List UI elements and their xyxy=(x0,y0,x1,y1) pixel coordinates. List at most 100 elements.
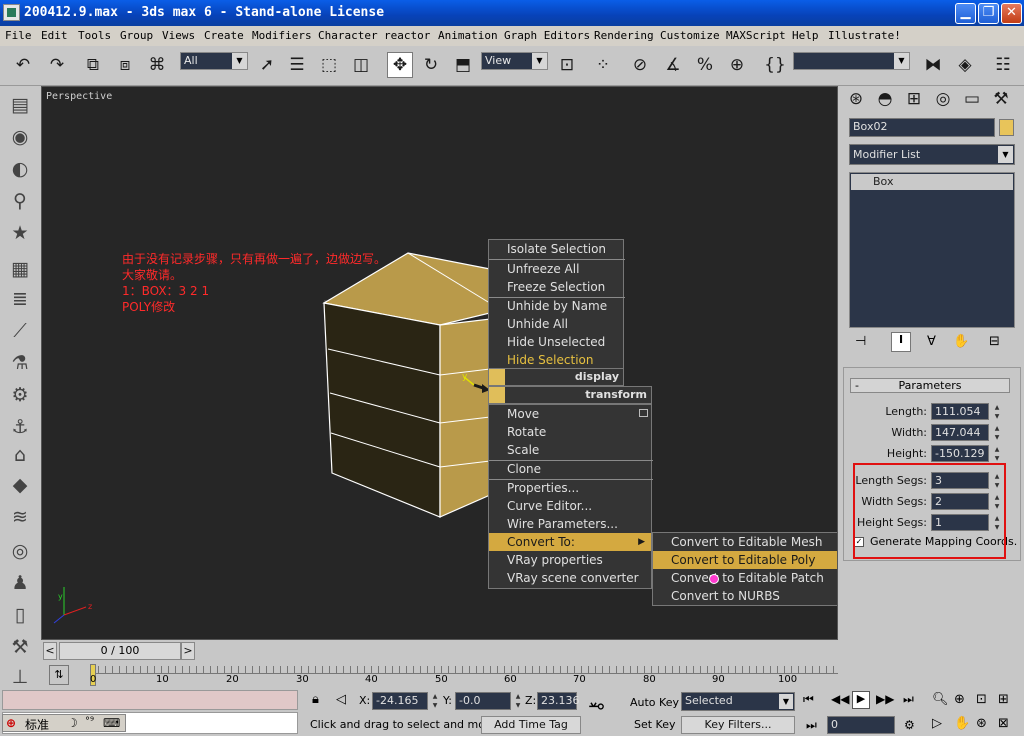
select-object-icon[interactable]: ➚ xyxy=(254,52,280,78)
modifier-stack[interactable]: Box xyxy=(849,172,1015,328)
tab-waves-icon[interactable]: ≋ xyxy=(6,504,34,530)
pin-stack-icon[interactable]: ⊣ xyxy=(855,334,866,349)
menu-item-clone[interactable]: Clone xyxy=(507,460,541,478)
menu-item-convert-to[interactable]: Convert To: ▶ xyxy=(489,533,651,551)
time-slider[interactable]: 0 / 100 xyxy=(59,642,181,660)
key-mode-dropdown[interactable]: Selected ▼ xyxy=(681,692,795,711)
menu-item-hide-selection[interactable]: Hide Selection xyxy=(507,351,593,369)
menu-item-curve-editor[interactable]: Curve Editor... xyxy=(507,497,592,515)
configure-sets-icon[interactable]: ⊟ xyxy=(989,334,1000,349)
current-frame-field[interactable]: 0 xyxy=(827,716,895,734)
punct-icon[interactable]: °⁹ xyxy=(85,716,94,727)
menu-modifiers[interactable]: Modifiers xyxy=(252,29,312,42)
restore-button[interactable]: ❐ xyxy=(978,3,999,24)
add-time-tag-button[interactable]: Add Time Tag xyxy=(481,716,581,734)
select-by-name-icon[interactable]: ☰ xyxy=(284,52,310,78)
track-bar[interactable]: ⇅ 0 10 20 30 40 50 60 70 80 90 100 xyxy=(41,662,838,688)
menu-group[interactable]: Group xyxy=(120,29,153,42)
menu-item-move[interactable]: Move xyxy=(507,405,539,423)
zoom-all-icon[interactable]: ⊕ xyxy=(954,692,965,707)
mirror-icon[interactable]: ⧓ xyxy=(920,52,946,78)
menu-item-properties[interactable]: Properties... xyxy=(507,479,579,497)
key-filters-button[interactable]: Key Filters... xyxy=(681,716,795,734)
percent-snap-icon[interactable]: % xyxy=(692,52,718,78)
menu-customize[interactable]: Customize xyxy=(660,29,720,42)
set-key-button[interactable]: Set Key xyxy=(634,718,676,731)
menu-reactor[interactable]: reactor xyxy=(384,29,430,42)
axis-constraint-icon[interactable]: ⁘ xyxy=(590,52,616,78)
prev-key-icon[interactable]: ◀◀ xyxy=(831,692,849,706)
spinner-snap-icon[interactable]: ⊕ xyxy=(724,52,750,78)
pivot-center-icon[interactable]: ⊡ xyxy=(554,52,580,78)
tab-create-icon[interactable]: ⊛ xyxy=(843,86,869,112)
menu-item-convert-editable-patch[interactable]: Convert to Editable Patch xyxy=(671,569,824,587)
keyboard-icon[interactable]: ⌨ xyxy=(103,716,120,730)
menu-character[interactable]: Character xyxy=(318,29,378,42)
spinner-icon[interactable]: ▲ ▼ xyxy=(513,692,523,710)
next-frame-icon[interactable]: > xyxy=(181,642,195,660)
tab-utilities-icon[interactable]: ⚒ xyxy=(988,86,1014,112)
key-icon[interactable]: ⚷ xyxy=(586,700,607,713)
tab-helpers-icon[interactable]: ⚗ xyxy=(6,350,34,376)
height-field[interactable]: -150.129 xyxy=(931,445,989,462)
tab-display-icon[interactable]: ▭ xyxy=(959,86,985,112)
scale-icon[interactable]: ⬒ xyxy=(450,52,476,78)
close-button[interactable]: ✕ xyxy=(1001,3,1022,24)
menu-item-unfreeze-all[interactable]: Unfreeze All xyxy=(507,260,579,278)
spinner-icon[interactable]: ▲ ▼ xyxy=(430,692,440,710)
next-key-icon[interactable]: ▶▶ xyxy=(876,692,894,706)
menu-item-convert-editable-poly[interactable]: Convert to Editable Poly xyxy=(653,551,837,569)
tab-materials-icon[interactable]: ◆ xyxy=(6,472,34,498)
move-icon[interactable]: ✥ xyxy=(387,52,413,78)
menu-rendering[interactable]: Rendering xyxy=(594,29,654,42)
object-name-field[interactable]: Box02 xyxy=(849,118,995,137)
menu-item-isolate-selection[interactable]: Isolate Selection xyxy=(507,240,606,258)
tab-cameras-icon[interactable]: ⚲ xyxy=(6,188,34,214)
menu-edit[interactable]: Edit xyxy=(41,29,68,42)
menu-item-unhide-all[interactable]: Unhide All xyxy=(507,315,568,333)
spinner-icon[interactable]: ▲ ▼ xyxy=(992,403,1002,421)
time-config-icon[interactable]: ⚙ xyxy=(904,718,915,732)
absolute-mode-icon[interactable]: ◁ xyxy=(336,692,346,707)
menu-help[interactable]: Help xyxy=(792,29,819,42)
snap-toggle-icon[interactable]: ⊘ xyxy=(627,52,653,78)
perspective-viewport[interactable]: Perspective 由于没有记录步骤，只有再做一遍了，边做边写。 大家敬请。… xyxy=(41,86,838,640)
y-coord-field[interactable]: -0.0 xyxy=(455,692,511,710)
named-selection-dropdown[interactable]: ▼ xyxy=(793,52,910,70)
tab-spacewarps-icon[interactable]: ⚓ xyxy=(6,414,34,440)
maxscript-listener[interactable] xyxy=(2,690,298,710)
zoom-extents-all-icon[interactable]: ⊞ xyxy=(998,692,1009,707)
tab-utilities-icon[interactable]: ⚒ xyxy=(6,634,34,660)
width-field[interactable]: 147.044 xyxy=(931,424,989,441)
layers-icon[interactable]: ☷ xyxy=(990,52,1016,78)
menu-maxscript[interactable]: MAXScript xyxy=(726,29,786,42)
menu-item-freeze-selection[interactable]: Freeze Selection xyxy=(507,278,605,296)
rotate-icon[interactable]: ↻ xyxy=(418,52,444,78)
object-color-swatch[interactable] xyxy=(999,119,1014,136)
menu-item-vray-scene-converter[interactable]: VRay scene converter xyxy=(507,569,639,587)
stack-item-box[interactable]: Box xyxy=(851,174,1013,190)
tab-nurbs-icon[interactable]: ≣ xyxy=(6,286,34,312)
align-icon[interactable]: ◈ xyxy=(952,52,978,78)
prev-frame-icon[interactable]: < xyxy=(43,642,57,660)
length-field[interactable]: 111.054 xyxy=(931,403,989,420)
selection-filter-dropdown[interactable]: All ▼ xyxy=(180,52,248,70)
menu-illustrate[interactable]: Illustrate! xyxy=(828,29,901,42)
menu-animation[interactable]: Animation xyxy=(438,29,498,42)
arc-rotate-icon[interactable]: ⊛ xyxy=(976,716,987,731)
tab-patch-icon[interactable]: ▦ xyxy=(6,256,34,282)
minimize-button[interactable]: ▁ xyxy=(955,3,976,24)
tab-particles-icon[interactable]: ★ xyxy=(6,220,34,246)
pan-icon[interactable]: ✋ xyxy=(954,716,970,731)
fov-icon[interactable]: ▷ xyxy=(932,716,942,731)
x-coord-field[interactable]: -24.165 xyxy=(372,692,428,710)
maximize-viewport-icon[interactable]: ⊠ xyxy=(998,716,1009,731)
zoom-extents-icon[interactable]: ⊡ xyxy=(976,692,987,707)
lock-selection-icon[interactable]: 🔒︎ xyxy=(312,692,319,707)
menu-item-scale[interactable]: Scale xyxy=(507,441,539,459)
goto-end-icon[interactable]: ⏭ xyxy=(903,692,914,707)
edit-named-selection-icon[interactable]: {} xyxy=(762,52,788,78)
ref-coord-dropdown[interactable]: View ▼ xyxy=(481,52,548,70)
key-mode-toggle-icon[interactable]: ⏭ xyxy=(806,718,817,733)
menu-views[interactable]: Views xyxy=(162,29,195,42)
